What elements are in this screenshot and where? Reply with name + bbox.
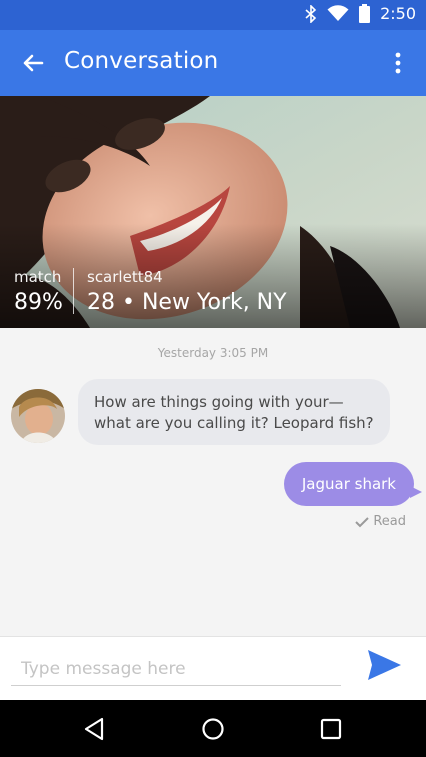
send-icon[interactable]: [366, 648, 402, 682]
message-timestamp: Yesterday 3:05 PM: [157, 346, 269, 360]
profile-username: scarlett84: [87, 268, 163, 286]
app-bar: Conversation: [0, 30, 426, 96]
profile-age-location: 28 • New York, NY: [87, 290, 287, 315]
outgoing-message-text: Jaguar shark: [301, 475, 396, 493]
profile-divider: [73, 268, 74, 314]
match-label: match: [14, 268, 62, 286]
outgoing-message-bubble[interactable]: Jaguar shark: [283, 462, 422, 506]
incoming-message-bubble[interactable]: How are things going with your—what are …: [78, 379, 390, 445]
status-icons: 2:50: [305, 4, 416, 23]
back-arrow-icon[interactable]: [18, 48, 48, 78]
battery-icon: [359, 4, 371, 23]
more-vert-icon[interactable]: [388, 50, 408, 76]
clock: 2:50: [380, 4, 416, 23]
match-percentage: 89%: [14, 290, 63, 315]
bubble-tail: [410, 486, 422, 498]
read-status: Read: [373, 514, 406, 529]
read-receipt: Read: [355, 514, 406, 529]
system-nav-bar: [0, 700, 426, 757]
message-input[interactable]: [11, 652, 341, 686]
status-bar: 2:50: [0, 0, 426, 30]
wifi-icon: [327, 5, 349, 21]
nav-recents-icon[interactable]: [318, 716, 344, 742]
nav-home-icon[interactable]: [200, 716, 226, 742]
avatar[interactable]: [11, 389, 65, 443]
checkmark-icon: [355, 516, 370, 527]
bluetooth-icon: [305, 4, 317, 23]
page-title: Conversation: [64, 48, 219, 74]
nav-back-icon[interactable]: [82, 716, 108, 742]
